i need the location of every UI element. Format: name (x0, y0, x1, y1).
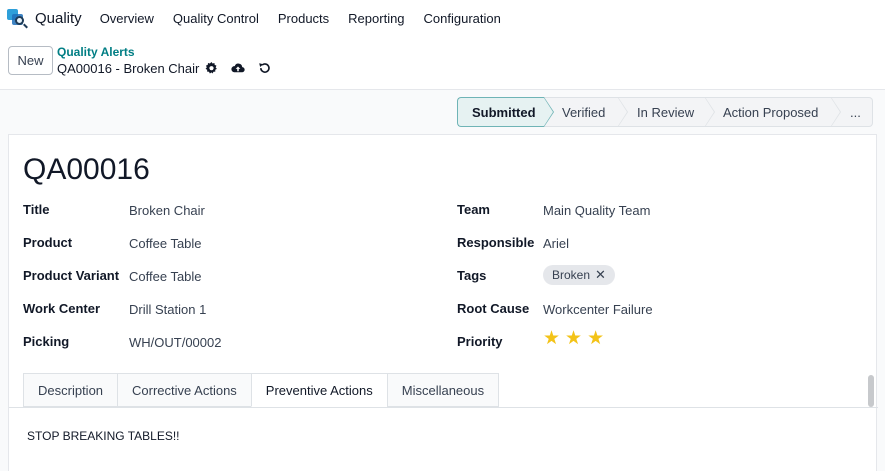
stage-action-proposed[interactable]: Action Proposed (705, 97, 841, 127)
tab-description[interactable]: Description (23, 373, 118, 407)
tab-preventive-actions[interactable]: Preventive Actions (250, 373, 387, 407)
stage-in-review[interactable]: In Review (618, 97, 715, 127)
stage-label: Action Proposed (723, 104, 819, 120)
field-label-priority: Priority (457, 334, 503, 349)
field-picking[interactable]: WH/OUT/00002 (129, 335, 221, 350)
scrollbar-thumb[interactable] (868, 375, 874, 407)
tab-divider (9, 407, 878, 408)
breadcrumb-current-record: QA00016 - Broken Chair (57, 61, 200, 76)
stage-label: Verified (562, 104, 606, 120)
field-label-team: Team (457, 202, 490, 217)
gear-icon[interactable] (204, 61, 218, 75)
field-label-tags: Tags (457, 268, 487, 283)
field-root-cause[interactable]: Workcenter Failure (543, 302, 653, 317)
star-icon[interactable]: ★ (565, 329, 582, 349)
field-label-title: Title (23, 202, 50, 217)
star-icon[interactable]: ★ (543, 329, 560, 349)
field-team[interactable]: Main Quality Team (543, 203, 650, 218)
cloud-upload-icon[interactable] (231, 61, 245, 75)
field-label-product-variant: Product Variant (23, 268, 120, 283)
tab-corrective-actions[interactable]: Corrective Actions (117, 373, 251, 407)
priority-stars: ★ ★ ★ (543, 329, 609, 349)
field-label-picking: Picking (23, 334, 70, 349)
undo-icon[interactable] (257, 61, 271, 75)
menu-quality-control[interactable]: Quality Control (173, 11, 259, 26)
new-button[interactable]: New (8, 46, 53, 75)
stage-label: Submitted (472, 104, 536, 120)
stage-submitted[interactable]: Submitted (457, 97, 554, 127)
remove-tag-icon[interactable]: ✕ (595, 267, 606, 283)
field-responsible[interactable]: Ariel (543, 236, 569, 251)
top-navbar: Quality Overview Quality Control Product… (0, 0, 885, 36)
field-label-product: Product (23, 235, 73, 250)
control-panel: New Quality Alerts QA00016 - Broken Chai… (0, 36, 885, 90)
breadcrumb-quality-alerts[interactable]: Quality Alerts (57, 45, 135, 59)
menu-overview[interactable]: Overview (100, 11, 154, 26)
stage-statusbar: Submitted Verified In Review Action Prop… (457, 97, 873, 127)
quality-app-icon[interactable] (7, 8, 27, 28)
menu-configuration[interactable]: Configuration (424, 11, 501, 26)
field-label-responsible: Responsible (457, 235, 535, 250)
stage-more-label: ... (850, 104, 861, 120)
preventive-actions-content[interactable]: STOP BREAKING TABLES!! (27, 429, 180, 443)
tab-miscellaneous[interactable]: Miscellaneous (386, 373, 500, 407)
record-name: QA00016 (23, 153, 150, 186)
star-icon[interactable]: ★ (587, 329, 604, 349)
menu-products[interactable]: Products (278, 11, 329, 26)
field-title[interactable]: Broken Chair (129, 203, 205, 218)
stage-verified[interactable]: Verified (544, 97, 628, 127)
field-work-center[interactable]: Drill Station 1 (129, 302, 206, 317)
notebook-tabs: Description Corrective Actions Preventiv… (23, 373, 500, 407)
field-label-work-center: Work Center (23, 301, 101, 316)
field-product-variant[interactable]: Coffee Table (129, 269, 202, 284)
stage-label: In Review (637, 104, 695, 120)
tag-broken[interactable]: Broken ✕ (543, 265, 615, 285)
field-label-root-cause: Root Cause (457, 301, 530, 316)
form-sheet: QA00016 Title Broken Chair Product Coffe… (8, 134, 878, 471)
tag-label: Broken (552, 268, 591, 282)
app-name[interactable]: Quality (35, 10, 82, 27)
field-product[interactable]: Coffee Table (129, 236, 202, 251)
menu-reporting[interactable]: Reporting (348, 11, 404, 26)
